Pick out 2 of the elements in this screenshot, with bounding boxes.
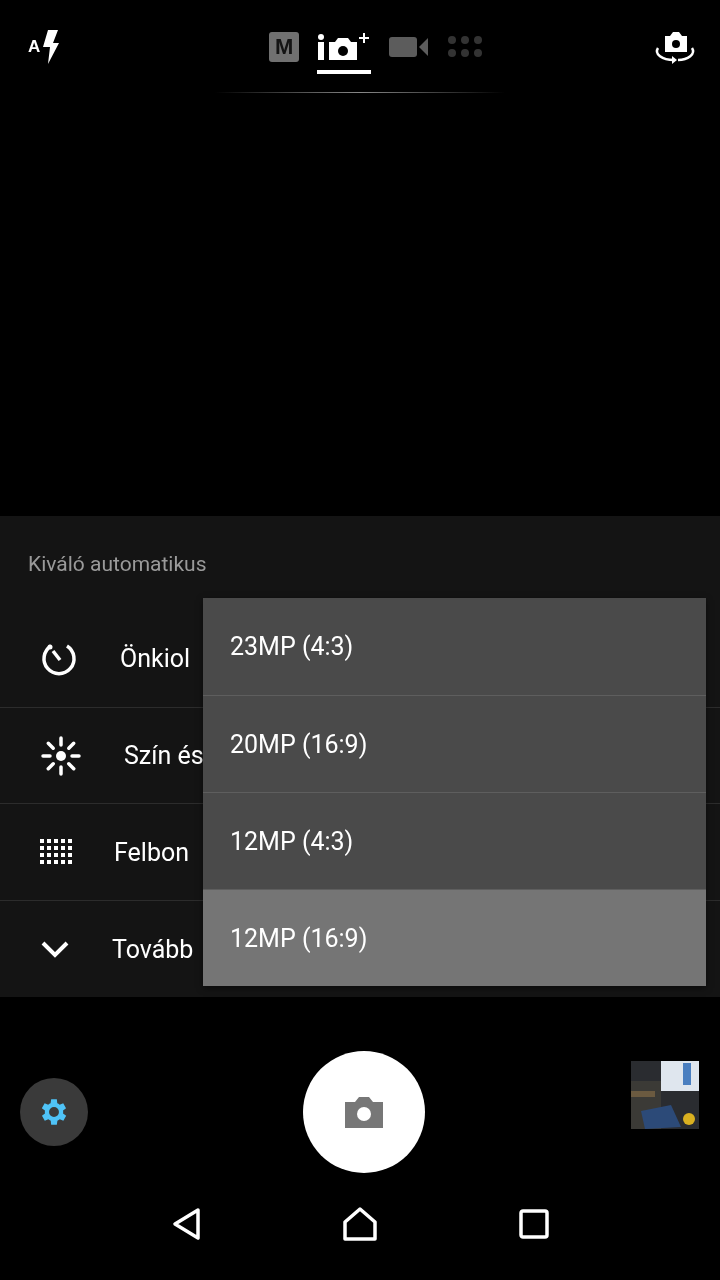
manual-mode-icon: M [269,32,300,62]
panel-title: Kiváló automatikus [27,551,208,578]
